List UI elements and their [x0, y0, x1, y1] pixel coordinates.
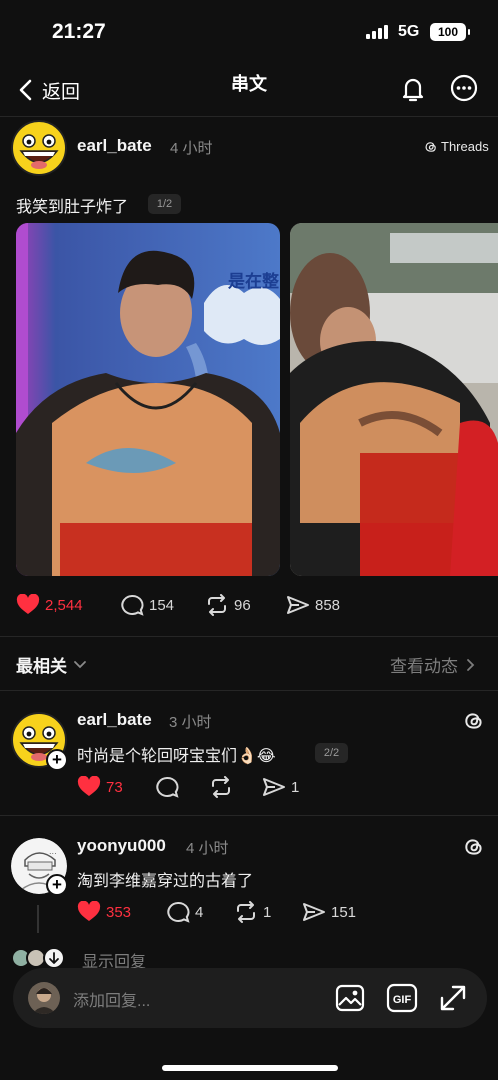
status-bar: 21:27 5G 100 [0, 0, 498, 62]
repost-icon [212, 776, 230, 798]
heart-icon [77, 901, 101, 921]
divider [0, 815, 498, 816]
expand-button[interactable] [438, 983, 468, 1018]
follow-plus-icon[interactable]: + [46, 874, 68, 896]
comment-username[interactable]: yoonyu000 [77, 836, 166, 856]
heart-icon [16, 594, 40, 614]
divider [0, 636, 498, 637]
post-comment-count: 154 [149, 596, 175, 614]
svg-text:...: ... [49, 847, 57, 856]
image-button[interactable] [335, 983, 365, 1018]
threads-icon [465, 713, 482, 729]
bell-icon [402, 78, 424, 102]
sort-label: 最相关 [16, 657, 67, 676]
comment-share-count: 1 [291, 778, 300, 796]
post-image-1[interactable]: 是在整 [16, 223, 280, 576]
divider [0, 690, 498, 691]
image-overlay-text: 是在整 [228, 271, 279, 291]
comment-text: 淘到李维嘉穿过的古着了 [77, 873, 254, 890]
chevron-down-icon [74, 660, 86, 668]
comment-reply-count: 4 [195, 903, 204, 921]
post-like-button[interactable]: 2,544 [16, 594, 83, 616]
battery-icon: 100 [430, 23, 470, 41]
divider [0, 116, 498, 117]
laughing-face-avatar [11, 120, 67, 176]
comment-icon [121, 594, 144, 616]
post-repost-count: 96 [234, 596, 251, 614]
comment-share-button[interactable]: 151 [302, 901, 356, 923]
threads-source-tag[interactable]: Threads [424, 139, 489, 154]
activity-label: 查看动态 [390, 657, 458, 676]
post-share-button[interactable]: 858 [286, 594, 340, 616]
gif-button[interactable]: GIF [386, 983, 418, 1018]
more-icon [450, 74, 478, 102]
comment-share-button[interactable]: 1 [262, 776, 299, 798]
photo-man-patterned-shirt: 是在整 [16, 223, 280, 576]
send-icon [303, 903, 325, 921]
post-text: 我笑到肚子炸了 [16, 199, 129, 216]
gif-icon: GIF [386, 983, 418, 1013]
follow-plus-icon[interactable]: + [46, 749, 68, 771]
comment-like-count: 73 [106, 778, 123, 796]
network-label: 5G [398, 23, 420, 40]
comment-repost-button[interactable] [209, 776, 238, 798]
post-like-count: 2,544 [45, 596, 83, 614]
current-user-avatar [28, 982, 60, 1014]
comment-repost-button[interactable]: 1 [234, 901, 271, 923]
sort-dropdown[interactable]: 最相关 [16, 652, 87, 677]
comment-like-button[interactable]: 73 [77, 776, 123, 798]
page-indicator: 2/2 [315, 743, 348, 763]
notifications-button[interactable] [398, 74, 428, 104]
send-icon [287, 596, 309, 614]
comment-repost-count: 1 [263, 903, 272, 921]
comment-text: 时尚是个轮回呀宝宝们👌🏻😂 [77, 748, 276, 765]
comment-reply-button[interactable] [155, 776, 184, 798]
thread-line [37, 905, 39, 933]
reply-input[interactable]: 添加回复... [73, 987, 150, 1011]
comment-timestamp: 4 小时 [186, 840, 229, 857]
home-indicator [162, 1065, 338, 1071]
comment-like-button[interactable]: 353 [77, 901, 131, 923]
post-username[interactable]: earl_bate [77, 136, 152, 156]
repost-icon [237, 901, 255, 923]
status-time: 21:27 [52, 20, 106, 43]
chevron-right-icon [467, 658, 475, 671]
comment-icon [156, 776, 179, 798]
heart-icon [77, 776, 101, 796]
photo-man-red-shirt [290, 223, 498, 576]
user-photo-avatar [28, 982, 60, 1014]
expand-icon [440, 985, 466, 1011]
repost-icon [208, 594, 226, 616]
threads-icon [465, 839, 482, 855]
comment-timestamp: 3 小时 [169, 714, 212, 731]
threads-link-button[interactable] [463, 836, 485, 863]
nav-bar: 返回 串文 [0, 62, 498, 116]
send-icon [263, 778, 285, 796]
threads-icon [425, 141, 436, 152]
reply-composer[interactable]: 添加回复... GIF [13, 968, 487, 1028]
post-share-count: 858 [315, 596, 341, 614]
view-activity-link[interactable]: 查看动态 [390, 652, 475, 677]
post-repost-button[interactable]: 96 [205, 594, 251, 616]
post-author-avatar[interactable] [11, 120, 67, 176]
reply-avatars-icon [11, 947, 65, 969]
more-button[interactable] [449, 73, 479, 103]
post-comment-button[interactable]: 154 [120, 594, 174, 616]
comment-like-count: 353 [106, 903, 132, 921]
comment-username[interactable]: earl_bate [77, 710, 152, 730]
svg-text:GIF: GIF [393, 994, 412, 1006]
page-indicator: 1/2 [148, 194, 181, 214]
post-image-2[interactable] [290, 223, 498, 576]
threads-label: Threads [441, 139, 489, 154]
signal-icon [366, 25, 392, 39]
comment-reply-button[interactable]: 4 [166, 901, 203, 923]
threads-link-button[interactable] [463, 710, 485, 737]
comment-icon [167, 901, 190, 923]
image-icon [335, 984, 365, 1012]
comment-share-count: 151 [331, 903, 357, 921]
post-timestamp: 4 小时 [170, 140, 213, 157]
